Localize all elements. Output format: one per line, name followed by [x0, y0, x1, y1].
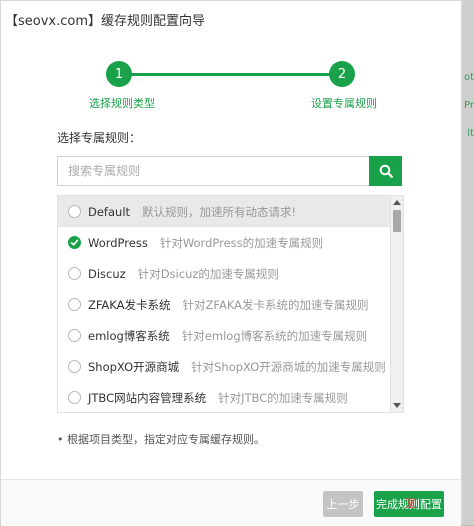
background-page-strip: Pr lt ot [462, 0, 474, 525]
rule-name: ZFAKA发卡系统 [88, 297, 171, 312]
rule-name: JTBC网站内容管理系统 [88, 390, 207, 405]
radio-unchecked-icon[interactable] [68, 205, 81, 218]
rule-item-shopxo[interactable]: ShopXO开源商城 针对ShopXO开源商城的加速专属规则 [58, 351, 391, 382]
step-1-label: 选择规则类型 [89, 97, 155, 110]
rule-desc: 针对JTBC的加速专属规则 [218, 390, 348, 405]
radio-unchecked-icon[interactable] [68, 360, 81, 373]
background-text: lt [467, 128, 474, 139]
step-2-circle: 2 [329, 61, 355, 87]
rule-item-jtbc[interactable]: JTBC网站内容管理系统 针对JTBC的加速专属规则 [58, 382, 391, 412]
rule-item-zfaka[interactable]: ZFAKA发卡系统 针对ZFAKA发卡系统的加速专属规则 [58, 289, 391, 320]
rule-name: emlog博客系统 [88, 328, 170, 343]
radio-unchecked-icon[interactable] [68, 329, 81, 342]
scroll-down-arrow-icon[interactable] [393, 403, 401, 408]
rule-desc: 针对Dsicuz的加速专属规则 [137, 266, 279, 281]
rule-desc: 针对emlog博客系统的加速专属规则 [181, 328, 368, 343]
prev-step-button[interactable]: 上一步 [323, 491, 363, 517]
rule-desc: 针对ShopXO开源商城的加速专属规则 [191, 359, 386, 374]
wizard-steps: 1 选择规则类型 2 设置专属规则 [1, 61, 461, 111]
rule-name: ShopXO开源商城 [88, 359, 180, 374]
radio-checked-icon[interactable] [68, 236, 81, 249]
rule-name: Default [88, 204, 131, 219]
step-connector [119, 73, 341, 76]
scroll-up-arrow-icon[interactable] [393, 200, 401, 205]
background-text: ot [463, 72, 474, 83]
search-button[interactable] [369, 156, 402, 186]
background-text: Pr [464, 100, 474, 111]
radio-unchecked-icon[interactable] [68, 267, 81, 280]
rule-desc: 默认规则，加速所有动态请求! [142, 204, 297, 219]
watermark-logo: 室 [405, 497, 416, 510]
step-1-circle: 1 [106, 61, 132, 87]
rule-item-emlog[interactable]: emlog博客系统 针对emlog博客系统的加速专属规则 [58, 320, 391, 351]
rule-list-items: Default 默认规则，加速所有动态请求! WordPress 针对WordP… [58, 196, 391, 412]
rule-item-default[interactable]: Default 默认规则，加速所有动态请求! [58, 196, 391, 227]
scrollbar-thumb[interactable] [393, 210, 401, 232]
radio-unchecked-icon[interactable] [68, 298, 81, 311]
dialog-footer: 上一步 完成规则配置 [1, 479, 461, 526]
search-icon [379, 164, 393, 178]
rule-desc: 针对WordPress的加速专属规则 [159, 235, 324, 250]
help-note: • 根据项目类型，指定对应专属缓存规则。 [57, 433, 265, 446]
rule-list: Default 默认规则，加速所有动态请求! WordPress 针对WordP… [57, 195, 404, 413]
section-label: 选择专属规则： [57, 131, 142, 145]
rule-desc: 针对ZFAKA发卡系统的加速专属规则 [182, 297, 369, 312]
step-2-label: 设置专属规则 [311, 97, 377, 110]
list-scrollbar[interactable] [390, 196, 403, 412]
rule-item-discuz[interactable]: Discuz 针对Dsicuz的加速专属规则 [58, 258, 391, 289]
search-bar [57, 156, 402, 186]
checkmark-icon [70, 239, 79, 246]
dialog-title: 【seovx.com】缓存规则配置向导 [5, 13, 206, 29]
config-wizard-dialog: 【seovx.com】缓存规则配置向导 1 选择规则类型 2 设置专属规则 选择… [0, 0, 462, 526]
search-input[interactable] [57, 156, 369, 186]
rule-item-wordpress[interactable]: WordPress 针对WordPress的加速专属规则 [58, 227, 391, 258]
radio-unchecked-icon[interactable] [68, 391, 81, 404]
rule-name: Discuz [88, 266, 126, 281]
rule-name: WordPress [88, 235, 148, 250]
